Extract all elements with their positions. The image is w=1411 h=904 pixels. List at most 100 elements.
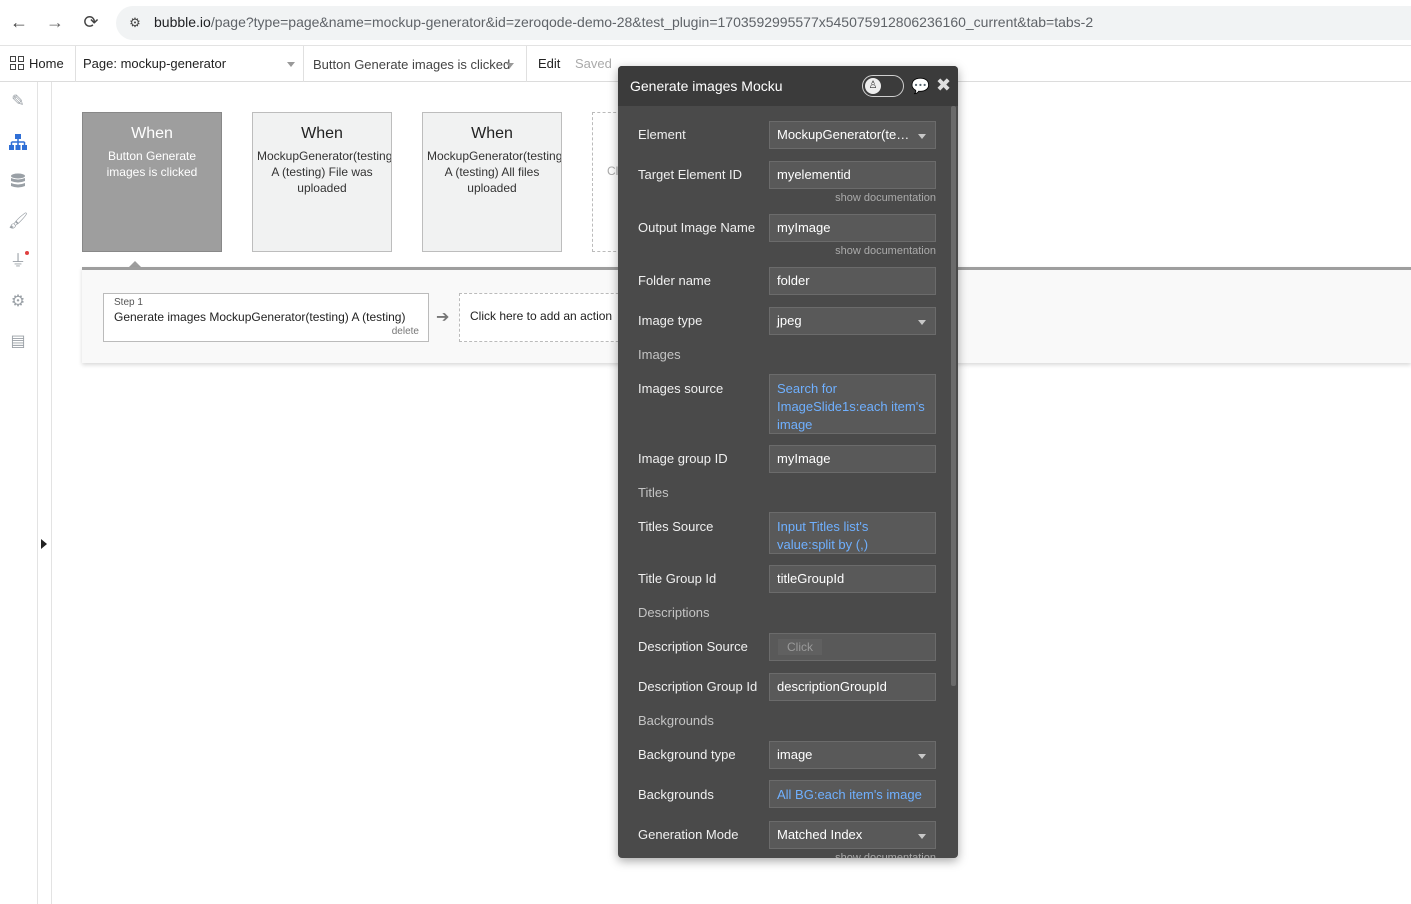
click-placeholder[interactable]: Click	[778, 639, 822, 655]
step-title: Generate images MockupGenerator(testing)…	[114, 310, 406, 324]
site-settings-icon[interactable]: ⚙	[126, 14, 144, 32]
event-description: MockupGenerator(testing) A (testing) All…	[427, 149, 561, 195]
page-dropdown[interactable]: Page: mockup-generator	[77, 46, 304, 82]
event-description: Button Generate images is clicked	[106, 149, 198, 179]
chevron-down-icon	[918, 134, 926, 139]
title-group-id-label: Title Group Id	[638, 571, 717, 586]
add-action-button[interactable]: Click here to add an action	[459, 293, 639, 342]
workflow-tree-svg	[9, 134, 27, 150]
generation-mode-label: Generation Mode	[638, 827, 739, 842]
image-type-value: jpeg	[777, 313, 802, 328]
images-source-expression[interactable]: Search for ImageSlide1s:each item's imag…	[769, 374, 936, 434]
background-type-dropdown[interactable]: image	[769, 741, 936, 769]
chevron-down-icon	[918, 320, 926, 325]
event-when-label: When	[471, 125, 513, 142]
description-source-label: Description Source	[638, 639, 748, 654]
target-element-id-label: Target Element ID	[638, 167, 743, 182]
database-svg	[11, 173, 25, 188]
step-card[interactable]: Step 1 Generate images MockupGenerator(t…	[103, 293, 429, 342]
description-group-id-field[interactable]: descriptionGroupId	[769, 673, 936, 701]
settings-icon[interactable]: ⚙	[8, 292, 28, 312]
reload-icon[interactable]: ⟳	[80, 11, 102, 33]
edit-menu[interactable]: Edit	[538, 56, 560, 71]
images-source-label: Images source	[638, 381, 724, 396]
logs-icon[interactable]: ▤	[8, 332, 28, 352]
url-host: bubble.io	[154, 14, 211, 30]
grid-icon	[10, 56, 24, 70]
output-image-name-label: Output Image Name	[638, 220, 756, 235]
titles-source-label: Titles Source	[638, 519, 714, 534]
event-dropdown-label: Button Generate images is clicked	[313, 57, 511, 72]
expand-arrow-icon[interactable]	[41, 539, 47, 549]
folder-name-field[interactable]: folder	[769, 267, 936, 295]
show-documentation-link[interactable]: show documentation	[818, 852, 936, 858]
debug-icon: ♙	[865, 78, 881, 94]
titles-source-expression[interactable]: Input Titles list's value:split by (,)	[769, 512, 936, 554]
chevron-down-icon	[918, 834, 926, 839]
title-group-id-field[interactable]: titleGroupId	[769, 565, 936, 593]
property-editor: Generate images Mocku ♙ 💬 ✖ Element Mock…	[618, 66, 958, 858]
styles-icon[interactable]: 🖌	[8, 212, 28, 232]
event-when-label: When	[131, 125, 173, 142]
data-icon[interactable]	[8, 172, 28, 192]
url-path: /page?type=page&name=mockup-generator&id…	[210, 14, 1094, 30]
generation-mode-value: Matched Index	[777, 827, 863, 842]
home-label: Home	[29, 56, 64, 71]
backgrounds-section-heading: Backgrounds	[638, 713, 714, 728]
event-card-file-uploaded[interactable]: When MockupGenerator(testing) A (testing…	[252, 112, 392, 252]
chevron-down-icon	[506, 63, 514, 68]
breakpoint-toggle[interactable]: ♙	[862, 75, 904, 97]
step-arrow-icon: ➔	[436, 309, 450, 326]
saved-status: Saved	[575, 56, 612, 71]
image-type-dropdown[interactable]: jpeg	[769, 307, 936, 335]
images-section-heading: Images	[638, 347, 681, 362]
property-editor-header[interactable]: Generate images Mocku ♙ 💬 ✖	[618, 66, 958, 106]
panel-collapse-strip[interactable]	[38, 82, 52, 904]
image-group-id-label: Image group ID	[638, 451, 728, 466]
url-field[interactable]: ⚙ bubble.io/page?type=page&name=mockup-g…	[116, 6, 1411, 40]
image-group-id-field[interactable]: myImage	[769, 445, 936, 473]
comment-icon[interactable]: 💬	[911, 77, 930, 95]
element-dropdown[interactable]: MockupGenerator(testing) A (testing)	[769, 121, 936, 149]
step-delete-link[interactable]: delete	[392, 326, 419, 337]
show-documentation-link[interactable]: show documentation	[818, 192, 936, 204]
workflow-event-dropdown[interactable]: Button Generate images is clicked	[305, 46, 527, 82]
design-icon[interactable]: ✎	[8, 92, 28, 112]
folder-name-label: Folder name	[638, 273, 711, 288]
target-element-id-field[interactable]: myelementid	[769, 161, 936, 189]
url-text: bubble.io/page?type=page&name=mockup-gen…	[154, 14, 1093, 30]
forward-arrow-icon[interactable]: →	[44, 11, 66, 33]
browser-address-bar: ← → ⟳ ⚙ bubble.io/page?type=page&name=mo…	[0, 0, 1411, 46]
output-image-name-field[interactable]: myImage	[769, 214, 936, 242]
plugins-icon[interactable]: ⏚	[8, 251, 29, 272]
description-group-id-label: Description Group Id	[638, 679, 758, 694]
backgrounds-label: Backgrounds	[638, 787, 714, 802]
element-label: Element	[638, 127, 686, 142]
event-card-button-clicked[interactable]: When Button Generate images is clicked	[82, 112, 222, 252]
add-action-label: Click here to add an action	[470, 309, 613, 323]
show-documentation-link[interactable]: show documentation	[818, 245, 936, 257]
event-when-label: When	[301, 125, 343, 142]
chevron-down-icon	[287, 62, 295, 67]
background-type-value: image	[777, 747, 813, 762]
page-dropdown-label: Page: mockup-generator	[83, 56, 227, 71]
event-card-all-files-uploaded[interactable]: When MockupGenerator(testing) A (testing…	[422, 112, 562, 252]
property-editor-title: Generate images Mocku	[630, 78, 783, 94]
chevron-down-icon	[918, 754, 926, 759]
backgrounds-expression[interactable]: All BG:each item's image	[769, 780, 936, 808]
workflow-icon[interactable]	[8, 132, 28, 152]
description-source-field[interactable]: Click	[769, 633, 936, 661]
close-icon[interactable]: ✖	[936, 75, 951, 96]
step-number: Step 1	[114, 297, 143, 308]
titles-section-heading: Titles	[638, 485, 669, 500]
left-sidebar: ✎ 🖌 ⏚ ⚙ ▤	[0, 82, 38, 904]
notification-dot	[25, 251, 29, 255]
background-type-label: Background type	[638, 747, 736, 762]
descriptions-section-heading: Descriptions	[638, 605, 710, 620]
property-editor-scrollbar[interactable]	[951, 106, 956, 686]
home-button[interactable]: Home	[0, 46, 76, 82]
generation-mode-dropdown[interactable]: Matched Index	[769, 821, 936, 849]
event-description: MockupGenerator(testing) A (testing) Fil…	[257, 149, 391, 195]
back-arrow-icon[interactable]: ←	[8, 11, 30, 33]
image-type-label: Image type	[638, 313, 703, 328]
